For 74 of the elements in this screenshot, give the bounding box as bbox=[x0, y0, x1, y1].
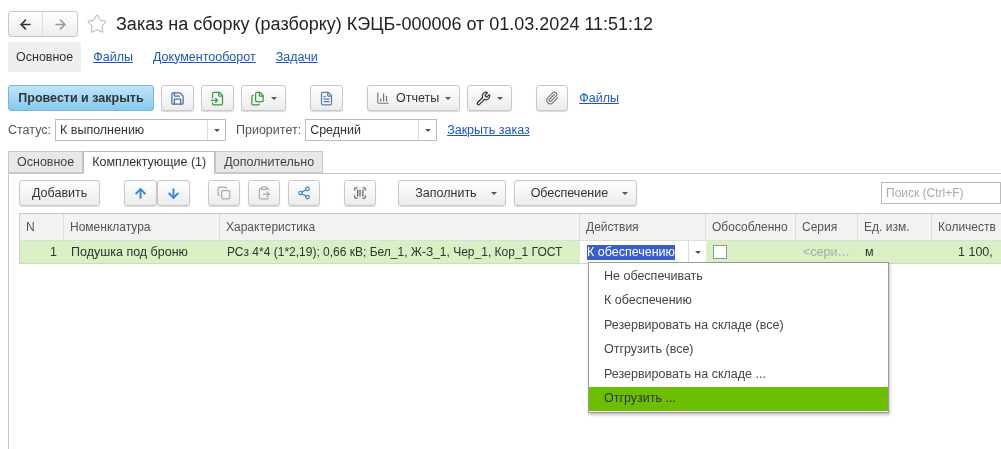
save-icon bbox=[170, 90, 185, 106]
menu-item[interactable]: Отгрузить (все) bbox=[589, 337, 888, 362]
fill-button[interactable]: Заполнить bbox=[398, 180, 506, 206]
menu-item[interactable]: Резервировать на складе ... bbox=[589, 362, 888, 387]
document-icon bbox=[210, 90, 225, 106]
table-cell-text: РСз 4*4 (1*2,19); 0,66 кВ; Бел_1, Ж-З_1, Чер_1, Кор_1 ГОСТ bbox=[226, 244, 564, 261]
tools-button[interactable] bbox=[467, 85, 513, 111]
barcode-icon bbox=[353, 186, 368, 200]
caret-icon bbox=[445, 96, 452, 100]
add-button[interactable]: Добавить bbox=[19, 180, 101, 206]
action-field[interactable]: К обеспечению bbox=[580, 241, 706, 263]
search-field[interactable]: Поиск (Ctrl+F) bbox=[881, 182, 1001, 204]
arrow-down-icon bbox=[166, 185, 182, 201]
close-order-link[interactable]: Закрыть заказ bbox=[447, 120, 530, 140]
chart-icon bbox=[376, 91, 390, 105]
menu-item[interactable]: Не обеспечивать bbox=[589, 264, 888, 289]
window-title: Заказ на сборку (разборку) КЭЦБ-000006 от 01.03.2024 11:51:12 bbox=[116, 12, 654, 36]
caret-icon bbox=[424, 128, 431, 132]
tab[interactable]: Комплектующие (1) bbox=[83, 151, 216, 174]
barcode-button[interactable] bbox=[344, 180, 377, 206]
copy-button[interactable] bbox=[208, 180, 241, 206]
table-cell-text: 1 100, bbox=[958, 243, 993, 261]
paste-button[interactable] bbox=[248, 180, 281, 206]
move-down-button[interactable] bbox=[157, 180, 191, 206]
caret-icon bbox=[694, 250, 701, 254]
documents-icon bbox=[250, 90, 265, 106]
star-icon[interactable] bbox=[86, 13, 108, 35]
column-header[interactable]: N bbox=[20, 214, 64, 240]
caret-icon bbox=[622, 191, 629, 195]
tab[interactable]: Основное bbox=[8, 151, 84, 173]
tools-icon bbox=[476, 90, 492, 106]
caret-icon bbox=[497, 96, 504, 100]
status-field[interactable]: К выполнению bbox=[55, 119, 226, 141]
move-up-button[interactable] bbox=[124, 180, 158, 206]
section-tab[interactable]: Документооборот bbox=[145, 42, 264, 72]
caret-icon bbox=[213, 128, 220, 132]
caret-icon bbox=[271, 96, 277, 100]
column-header[interactable]: Действия bbox=[580, 214, 706, 240]
menu-item[interactable]: Отгрузить ... bbox=[589, 386, 888, 411]
save-button[interactable] bbox=[161, 85, 194, 111]
table-cell-text: м bbox=[864, 243, 875, 261]
copy-icon bbox=[217, 186, 232, 200]
table-cell-text: <сери… bbox=[802, 243, 851, 261]
menu-item[interactable]: К обеспечению bbox=[589, 288, 888, 313]
section-tab[interactable]: Файлы bbox=[85, 42, 141, 72]
table-cell-text: Подушка под броню bbox=[70, 243, 189, 261]
section-tab[interactable]: Основное bbox=[8, 42, 82, 72]
reports-button[interactable]: Отчеты bbox=[367, 85, 461, 111]
structure-button[interactable] bbox=[310, 85, 343, 111]
section-tab[interactable]: Задачи bbox=[267, 42, 326, 72]
caret-icon bbox=[490, 191, 497, 195]
column-header[interactable]: Характеристика bbox=[220, 214, 580, 240]
priority-label: Приоритет: bbox=[236, 121, 302, 139]
files-link[interactable]: Файлы bbox=[579, 88, 619, 108]
column-header[interactable]: Обособленно bbox=[706, 214, 796, 240]
priority-field[interactable]: Средний bbox=[305, 119, 438, 141]
menu-item[interactable]: Резервировать на складе (все) bbox=[589, 313, 888, 338]
clipboard-icon bbox=[257, 186, 272, 200]
table-cell-text: 1 bbox=[49, 243, 58, 261]
attach-button[interactable] bbox=[536, 85, 569, 111]
column-header[interactable]: Серия bbox=[796, 214, 858, 240]
split-button[interactable] bbox=[288, 180, 321, 206]
share-icon bbox=[297, 186, 312, 200]
paperclip-icon bbox=[545, 91, 560, 105]
tab[interactable]: Дополнительно bbox=[215, 151, 324, 173]
column-header[interactable]: Ед. изм. bbox=[858, 214, 932, 240]
column-header[interactable]: Номенклатура bbox=[64, 214, 220, 240]
post-and-close-button[interactable]: Провести и закрыть bbox=[8, 85, 154, 111]
column-header[interactable]: Количеств bbox=[932, 214, 1001, 240]
provision-button[interactable]: Обеспечение bbox=[513, 180, 638, 206]
create-based-button[interactable] bbox=[241, 85, 286, 111]
status-label: Статус: bbox=[8, 121, 51, 139]
post-button[interactable] bbox=[201, 85, 234, 111]
checkbox[interactable] bbox=[713, 245, 727, 259]
